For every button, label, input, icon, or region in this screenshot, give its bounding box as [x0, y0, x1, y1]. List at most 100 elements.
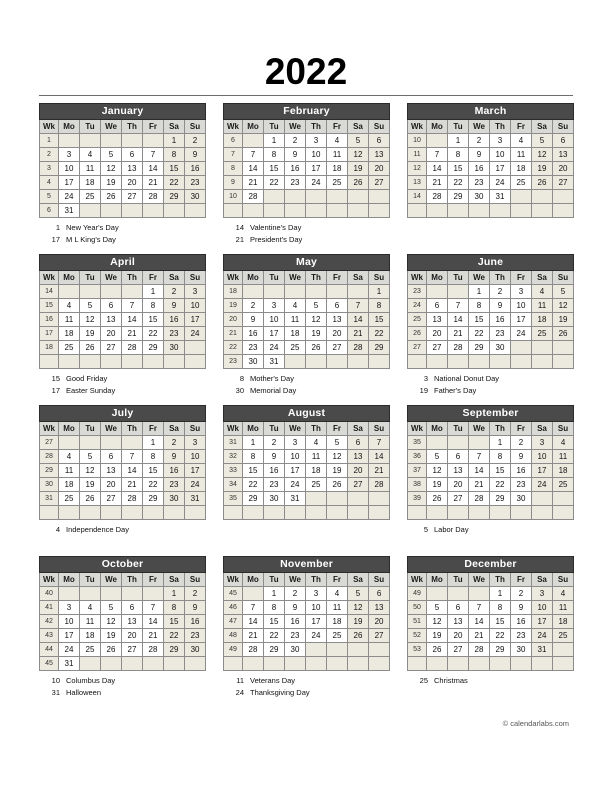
day-cell[interactable]: 27	[447, 491, 469, 506]
day-cell[interactable]: 20	[121, 175, 143, 190]
day-cell[interactable]: 8	[142, 449, 164, 464]
day-cell[interactable]: 2	[284, 586, 306, 601]
day-cell[interactable]: 29	[163, 642, 185, 657]
day-cell[interactable]: 16	[489, 312, 511, 327]
day-cell[interactable]: 14	[142, 161, 164, 176]
day-cell[interactable]: 9	[163, 449, 185, 464]
day-cell[interactable]: 8	[163, 147, 185, 162]
day-cell[interactable]: 8	[447, 147, 469, 162]
day-cell[interactable]: 19	[426, 477, 448, 492]
day-cell[interactable]: 15	[447, 161, 469, 176]
day-cell[interactable]: 26	[79, 340, 101, 355]
day-cell[interactable]: 24	[263, 340, 285, 355]
day-cell[interactable]: 6	[326, 298, 348, 313]
day-cell[interactable]: 27	[121, 189, 143, 204]
day-cell[interactable]: 12	[426, 463, 448, 478]
day-cell[interactable]: 19	[551, 312, 575, 327]
day-cell[interactable]: 27	[326, 340, 348, 355]
day-cell[interactable]: 22	[367, 326, 391, 341]
day-cell[interactable]: 15	[367, 312, 391, 327]
day-cell[interactable]: 6	[447, 600, 469, 615]
day-cell[interactable]: 31	[284, 491, 306, 506]
day-cell[interactable]: 16	[183, 161, 207, 176]
day-cell[interactable]: 7	[368, 435, 390, 450]
day-cell[interactable]: 16	[183, 614, 207, 629]
day-cell[interactable]: 14	[468, 463, 490, 478]
day-cell[interactable]: 26	[100, 642, 122, 657]
day-cell[interactable]: 3	[305, 133, 327, 148]
day-cell[interactable]: 29	[263, 642, 285, 657]
day-cell[interactable]: 27	[121, 642, 143, 657]
day-cell[interactable]: 24	[183, 477, 207, 492]
day-cell[interactable]: 2	[489, 284, 511, 299]
day-cell[interactable]: 24	[58, 642, 80, 657]
day-cell[interactable]: 4	[551, 435, 575, 450]
day-cell[interactable]: 1	[263, 586, 285, 601]
day-cell[interactable]: 7	[426, 147, 448, 162]
day-cell[interactable]: 15	[489, 614, 511, 629]
day-cell[interactable]: 10	[305, 147, 327, 162]
day-cell[interactable]: 22	[142, 477, 164, 492]
day-cell[interactable]: 5	[426, 449, 448, 464]
day-cell[interactable]: 14	[242, 161, 264, 176]
day-cell[interactable]: 10	[183, 449, 207, 464]
day-cell[interactable]: 19	[305, 326, 327, 341]
day-cell[interactable]: 15	[142, 312, 164, 327]
day-cell[interactable]: 30	[183, 189, 207, 204]
day-cell[interactable]: 16	[510, 463, 532, 478]
day-cell[interactable]: 31	[58, 656, 80, 671]
day-cell[interactable]: 16	[468, 161, 490, 176]
day-cell[interactable]: 11	[79, 161, 101, 176]
day-cell[interactable]: 9	[510, 449, 532, 464]
day-cell[interactable]: 10	[531, 600, 553, 615]
day-cell[interactable]: 3	[58, 600, 80, 615]
day-cell[interactable]: 29	[242, 491, 264, 506]
day-cell[interactable]: 14	[368, 449, 390, 464]
day-cell[interactable]: 30	[510, 491, 532, 506]
day-cell[interactable]: 11	[284, 312, 306, 327]
day-cell[interactable]: 3	[531, 586, 553, 601]
day-cell[interactable]: 7	[242, 147, 264, 162]
day-cell[interactable]: 23	[284, 628, 306, 643]
day-cell[interactable]: 11	[510, 147, 532, 162]
day-cell[interactable]: 1	[163, 133, 185, 148]
day-cell[interactable]: 6	[367, 133, 391, 148]
day-cell[interactable]: 8	[263, 147, 285, 162]
day-cell[interactable]: 28	[447, 340, 469, 355]
day-cell[interactable]: 6	[100, 298, 122, 313]
day-cell[interactable]: 25	[551, 477, 575, 492]
day-cell[interactable]: 14	[426, 161, 448, 176]
day-cell[interactable]: 16	[163, 463, 185, 478]
day-cell[interactable]: 3	[284, 435, 306, 450]
day-cell[interactable]: 12	[79, 312, 101, 327]
day-cell[interactable]: 15	[468, 312, 490, 327]
day-cell[interactable]: 7	[121, 298, 143, 313]
day-cell[interactable]: 25	[284, 340, 306, 355]
day-cell[interactable]: 24	[183, 326, 207, 341]
day-cell[interactable]: 31	[531, 642, 553, 657]
day-cell[interactable]: 28	[242, 189, 264, 204]
day-cell[interactable]: 18	[551, 614, 575, 629]
day-cell[interactable]: 14	[121, 312, 143, 327]
day-cell[interactable]: 2	[468, 133, 490, 148]
day-cell[interactable]: 22	[263, 628, 285, 643]
day-cell[interactable]: 26	[551, 326, 575, 341]
day-cell[interactable]: 5	[551, 284, 575, 299]
day-cell[interactable]: 7	[142, 600, 164, 615]
day-cell[interactable]: 3	[263, 298, 285, 313]
day-cell[interactable]: 30	[163, 491, 185, 506]
day-cell[interactable]: 20	[100, 326, 122, 341]
day-cell[interactable]: 27	[426, 340, 448, 355]
day-cell[interactable]: 13	[551, 147, 575, 162]
day-cell[interactable]: 23	[284, 175, 306, 190]
day-cell[interactable]: 24	[305, 628, 327, 643]
day-cell[interactable]: 27	[100, 491, 122, 506]
day-cell[interactable]: 14	[121, 463, 143, 478]
day-cell[interactable]: 25	[326, 628, 348, 643]
day-cell[interactable]: 17	[510, 312, 532, 327]
day-cell[interactable]: 21	[121, 326, 143, 341]
day-cell[interactable]: 15	[263, 161, 285, 176]
day-cell[interactable]: 25	[58, 491, 80, 506]
day-cell[interactable]: 13	[367, 147, 391, 162]
day-cell[interactable]: 22	[468, 326, 490, 341]
